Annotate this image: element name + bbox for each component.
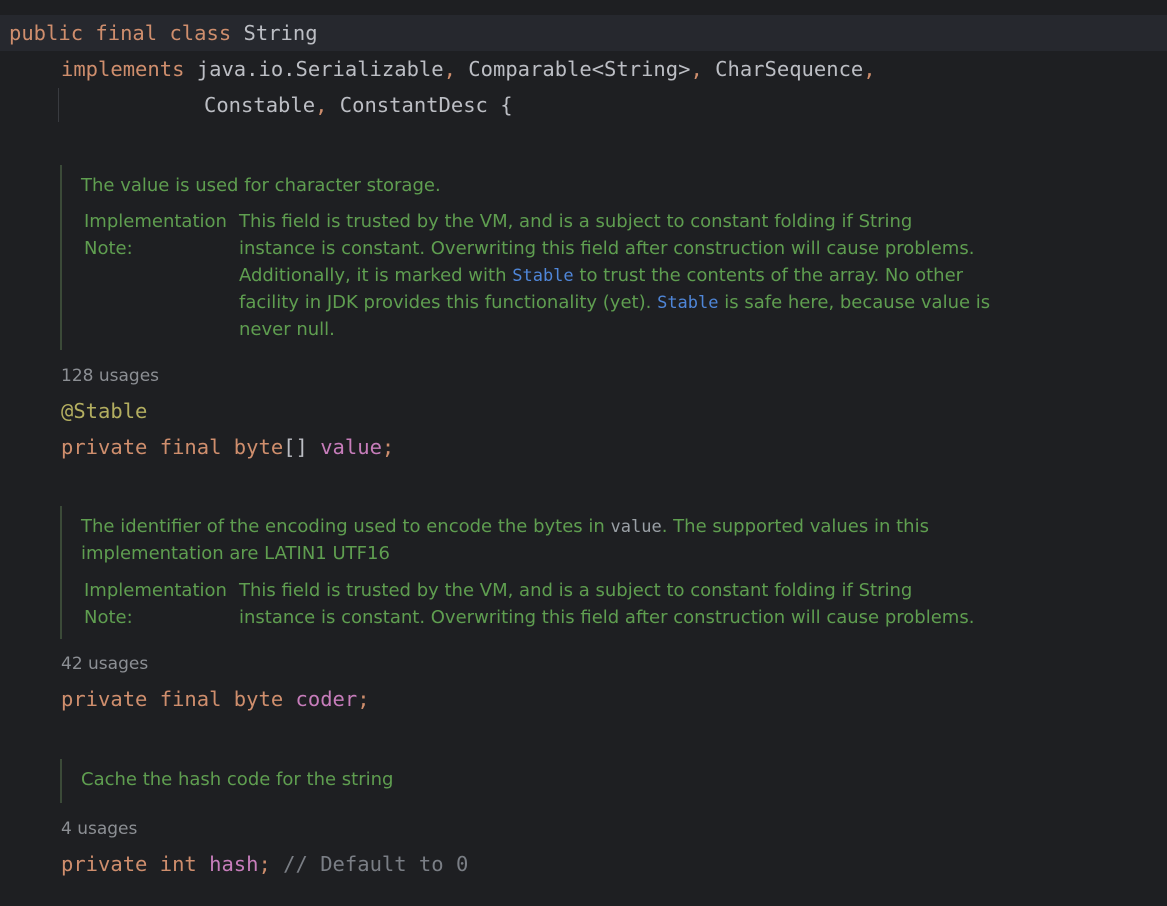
javadoc-value[interactable] bbox=[60, 165, 62, 350]
field-modifiers: private final byte bbox=[61, 687, 284, 711]
doc-summary: The value is used for character storage. bbox=[81, 175, 441, 196]
implements-keyword: implements bbox=[61, 57, 185, 81]
implements-line[interactable]: implements java.io.Serializable, Compara… bbox=[61, 51, 876, 87]
impl-note-label: Implementation bbox=[84, 211, 227, 232]
impl-note-line: instance is constant. Overwriting this f… bbox=[239, 607, 975, 628]
semicolon: ; bbox=[258, 852, 271, 876]
class-name[interactable]: String bbox=[244, 21, 318, 45]
annotation-line[interactable]: @Stable bbox=[61, 393, 147, 429]
impl-note-label-2: Note: bbox=[84, 607, 133, 628]
semicolon: ; bbox=[381, 435, 395, 459]
comma: , bbox=[863, 57, 876, 81]
field-name-hash[interactable]: hash bbox=[209, 852, 258, 876]
comma: , bbox=[690, 57, 703, 81]
interface-serializable[interactable]: java.io.Serializable bbox=[197, 57, 444, 81]
stable-link[interactable]: Stable bbox=[512, 266, 573, 286]
stable-link[interactable]: Stable bbox=[657, 293, 718, 313]
doc-summary-line2: implementation are LATIN1 UTF16 bbox=[81, 543, 390, 564]
implements-continuation-line[interactable]: Constable, ConstantDesc { bbox=[204, 87, 513, 123]
doc-text-segment: . The supported values in this bbox=[661, 516, 929, 537]
class-declaration-line[interactable]: public final class String bbox=[9, 15, 318, 51]
interface-constantdesc[interactable]: ConstantDesc bbox=[340, 93, 488, 117]
stable-annotation[interactable]: @Stable bbox=[61, 399, 147, 423]
indent-guide bbox=[58, 88, 59, 122]
doc-text-segment: The identifier of the encoding used to e… bbox=[81, 516, 605, 537]
interface-charsequence[interactable]: CharSequence bbox=[715, 57, 863, 81]
usages-hint[interactable]: 4 usages bbox=[61, 817, 137, 841]
impl-note-line: facility in JDK provides this functional… bbox=[239, 289, 990, 317]
impl-note-line: instance is constant. Overwriting this f… bbox=[239, 238, 975, 259]
field-name-value[interactable]: value bbox=[320, 435, 382, 459]
doc-text-segment: facility in JDK provides this functional… bbox=[239, 292, 652, 313]
doc-code-value: value bbox=[610, 517, 662, 537]
impl-note-label-2: Note: bbox=[84, 238, 133, 259]
impl-note-line: never null. bbox=[239, 319, 335, 340]
usages-hint[interactable]: 42 usages bbox=[61, 652, 148, 676]
field-hash-declaration[interactable]: private int hash; // Default to 0 bbox=[61, 846, 468, 882]
impl-note-line: This field is trusted by the VM, and is … bbox=[239, 211, 913, 232]
doc-summary: Cache the hash code for the string bbox=[81, 769, 394, 790]
impl-note-line: This field is trusted by the VM, and is … bbox=[239, 580, 913, 601]
javadoc-hash[interactable] bbox=[60, 759, 62, 803]
doc-text-segment: is safe here, because value is bbox=[724, 292, 991, 313]
line-comment: // Default to 0 bbox=[283, 852, 469, 876]
field-modifiers: private int bbox=[61, 852, 197, 876]
array-brackets: [] bbox=[283, 435, 308, 459]
usages-hint[interactable]: 128 usages bbox=[61, 364, 159, 388]
impl-note-label: Implementation bbox=[84, 580, 227, 601]
doc-summary: The identifier of the encoding used to e… bbox=[81, 513, 929, 541]
open-brace: { bbox=[500, 93, 513, 117]
comma: , bbox=[443, 57, 456, 81]
interface-comparable[interactable]: Comparable<String> bbox=[468, 57, 690, 81]
field-coder-declaration[interactable]: private final byte coder; bbox=[61, 681, 370, 717]
code-editor[interactable]: public final class String implements jav… bbox=[0, 0, 1167, 906]
field-modifiers: private final bbox=[61, 435, 222, 459]
field-value-declaration[interactable]: private final byte[] value; bbox=[61, 429, 394, 465]
impl-note-line: Additionally, it is marked with Stable t… bbox=[239, 262, 963, 290]
javadoc-coder[interactable] bbox=[60, 506, 62, 639]
doc-text-segment: Additionally, it is marked with bbox=[239, 265, 507, 286]
field-type: byte bbox=[233, 435, 284, 459]
comma: , bbox=[315, 93, 328, 117]
semicolon: ; bbox=[357, 687, 370, 711]
interface-constable[interactable]: Constable bbox=[204, 93, 315, 117]
field-name-coder[interactable]: coder bbox=[296, 687, 358, 711]
class-modifiers: public final class bbox=[9, 21, 232, 45]
doc-text-segment: to trust the contents of the array. No o… bbox=[579, 265, 964, 286]
